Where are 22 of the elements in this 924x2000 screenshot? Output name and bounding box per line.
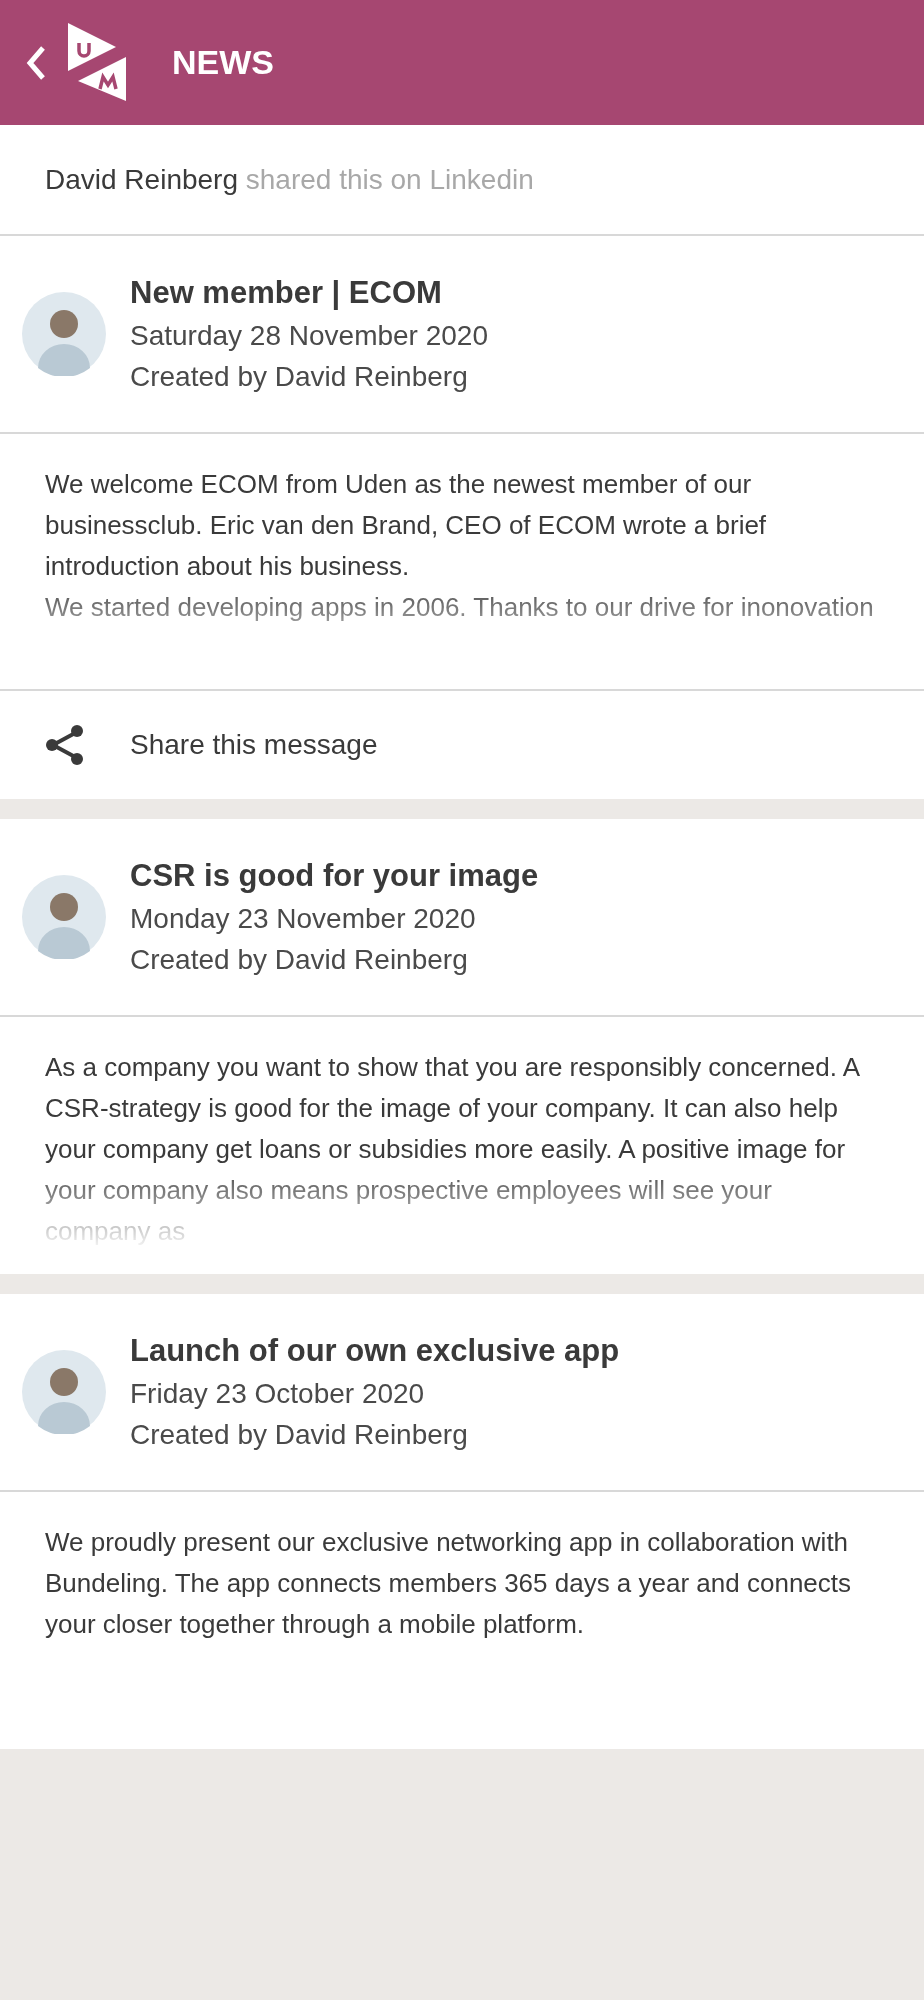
logo-icon [68, 22, 128, 103]
news-date: Friday 23 October 2020 [130, 1377, 426, 1411]
avatar-icon [22, 1350, 106, 1434]
news-title: Launch of our own exclusive app [130, 1332, 620, 1370]
shared-by-text: David Reinberg shared this on Linkedin [45, 162, 534, 197]
news-card[interactable] [0, 1294, 924, 1749]
screen-title: NEWS [172, 42, 274, 83]
back-icon [26, 45, 46, 80]
news-author: Created by David Reinberg [130, 360, 469, 394]
news-date: Saturday 28 November 2020 [130, 319, 488, 353]
news-title: CSR is good for your image [130, 857, 539, 895]
news-card[interactable] [0, 236, 924, 799]
news-card[interactable] [0, 819, 924, 1274]
news-excerpt: We welcome ECOM from Uden as the newest member of our businessclub. Eric van den Brand, CEO of ECOM wrote a brief introduction about his business. We started developing apps in 2006. Thanks to our drive for inonovation [45, 468, 875, 624]
news-author: Created by David Reinberg [130, 1418, 469, 1452]
news-date: Monday 23 November 2020 [130, 902, 477, 936]
avatar-icon [22, 875, 106, 959]
news-excerpt: We proudly present our exclusive networking app in collaboration with Bundeling. The app connects members 365 days a year and connects your closer together through a mobile platform. [45, 1526, 853, 1641]
avatar-icon [22, 292, 106, 376]
share-icon [45, 724, 85, 766]
news-author: Created by David Reinberg [130, 943, 469, 977]
news-title: New member | ECOM [130, 274, 443, 312]
